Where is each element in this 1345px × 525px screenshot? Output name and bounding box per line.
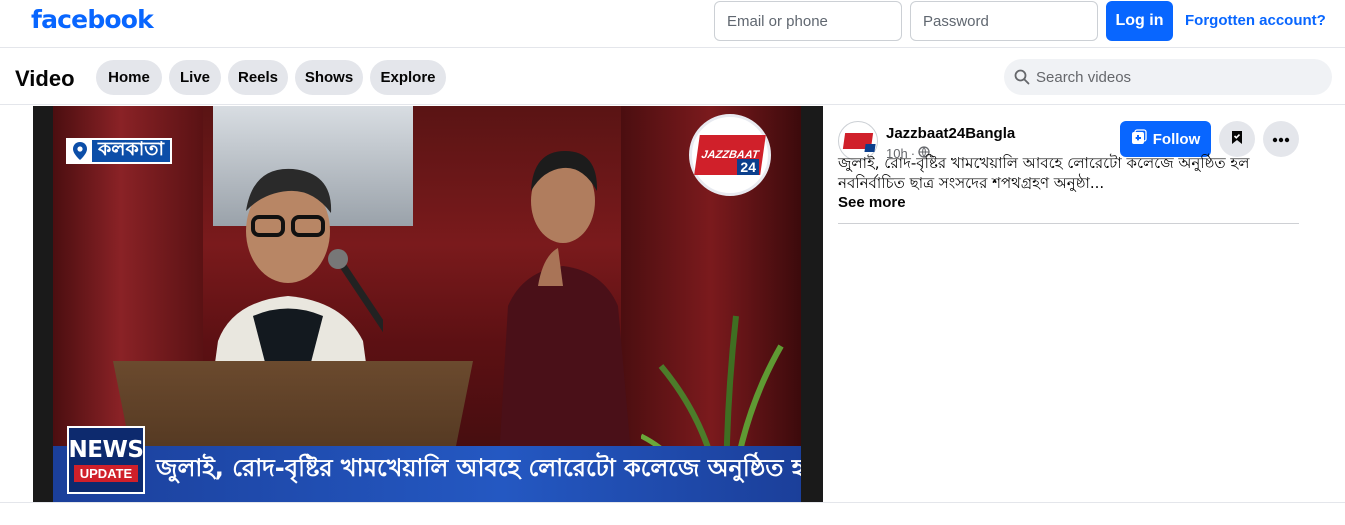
top-bar: facebook Log in Forgotten account? <box>0 0 1345 48</box>
bottom-divider <box>0 502 1345 503</box>
tab-shows[interactable]: Shows <box>295 60 363 95</box>
more-icon <box>1272 130 1290 148</box>
save-icon <box>1229 129 1245 150</box>
student-figure <box>498 151 633 476</box>
facebook-logo[interactable]: facebook <box>31 5 154 34</box>
tab-explore[interactable]: Explore <box>370 60 446 95</box>
tab-live[interactable]: Live <box>169 60 221 95</box>
video-player[interactable]: কলকাতা JAZZBAAT 24 NEWS UPDATE জুলাই, রো… <box>33 106 823 502</box>
see-more-link[interactable]: See more <box>838 194 906 211</box>
password-field[interactable] <box>910 1 1098 41</box>
ticker-headline: জুলাই, রোদ-বৃষ্টির খামখেয়ালি আবহে লোরেট… <box>156 454 801 482</box>
update-label: UPDATE <box>73 465 139 482</box>
post-caption: জুলাই, রোদ-বৃষ্টির খামখেয়ালি আবহে লোরেট… <box>838 154 1250 192</box>
location-badge: কলকাতা <box>66 138 173 164</box>
location-pin-icon <box>68 140 92 162</box>
follow-label: Follow <box>1152 130 1201 148</box>
divider <box>838 223 1299 224</box>
page-name-link[interactable]: Jazzbaat24Bangla <box>886 125 1015 142</box>
news-label: NEWS <box>68 437 144 463</box>
search-box[interactable] <box>1004 59 1332 95</box>
email-field[interactable] <box>714 1 902 41</box>
page-title: Video <box>15 66 75 91</box>
channel-logo: JAZZBAAT 24 <box>689 114 771 196</box>
tab-home[interactable]: Home <box>96 60 162 95</box>
save-button[interactable] <box>1219 121 1255 157</box>
tab-reels[interactable]: Reels <box>228 60 288 95</box>
video-nav-bar: Video Home Live Reels Shows Explore <box>0 49 1345 105</box>
follow-plus-icon <box>1131 129 1147 149</box>
channel-logo-number: 24 <box>737 159 759 175</box>
forgot-account-link[interactable]: Forgotten account? <box>1185 12 1326 29</box>
search-input[interactable] <box>1036 68 1332 86</box>
follow-button[interactable]: Follow <box>1120 121 1211 157</box>
avatar-logo-icon <box>842 133 874 149</box>
news-update-badge: NEWS UPDATE <box>67 426 145 494</box>
location-text: কলকাতা <box>98 138 165 160</box>
login-button[interactable]: Log in <box>1106 1 1173 41</box>
video-frame: কলকাতা JAZZBAAT 24 NEWS UPDATE জুলাই, রো… <box>53 106 801 502</box>
search-icon <box>1014 69 1030 85</box>
more-options-button[interactable] <box>1263 121 1299 157</box>
